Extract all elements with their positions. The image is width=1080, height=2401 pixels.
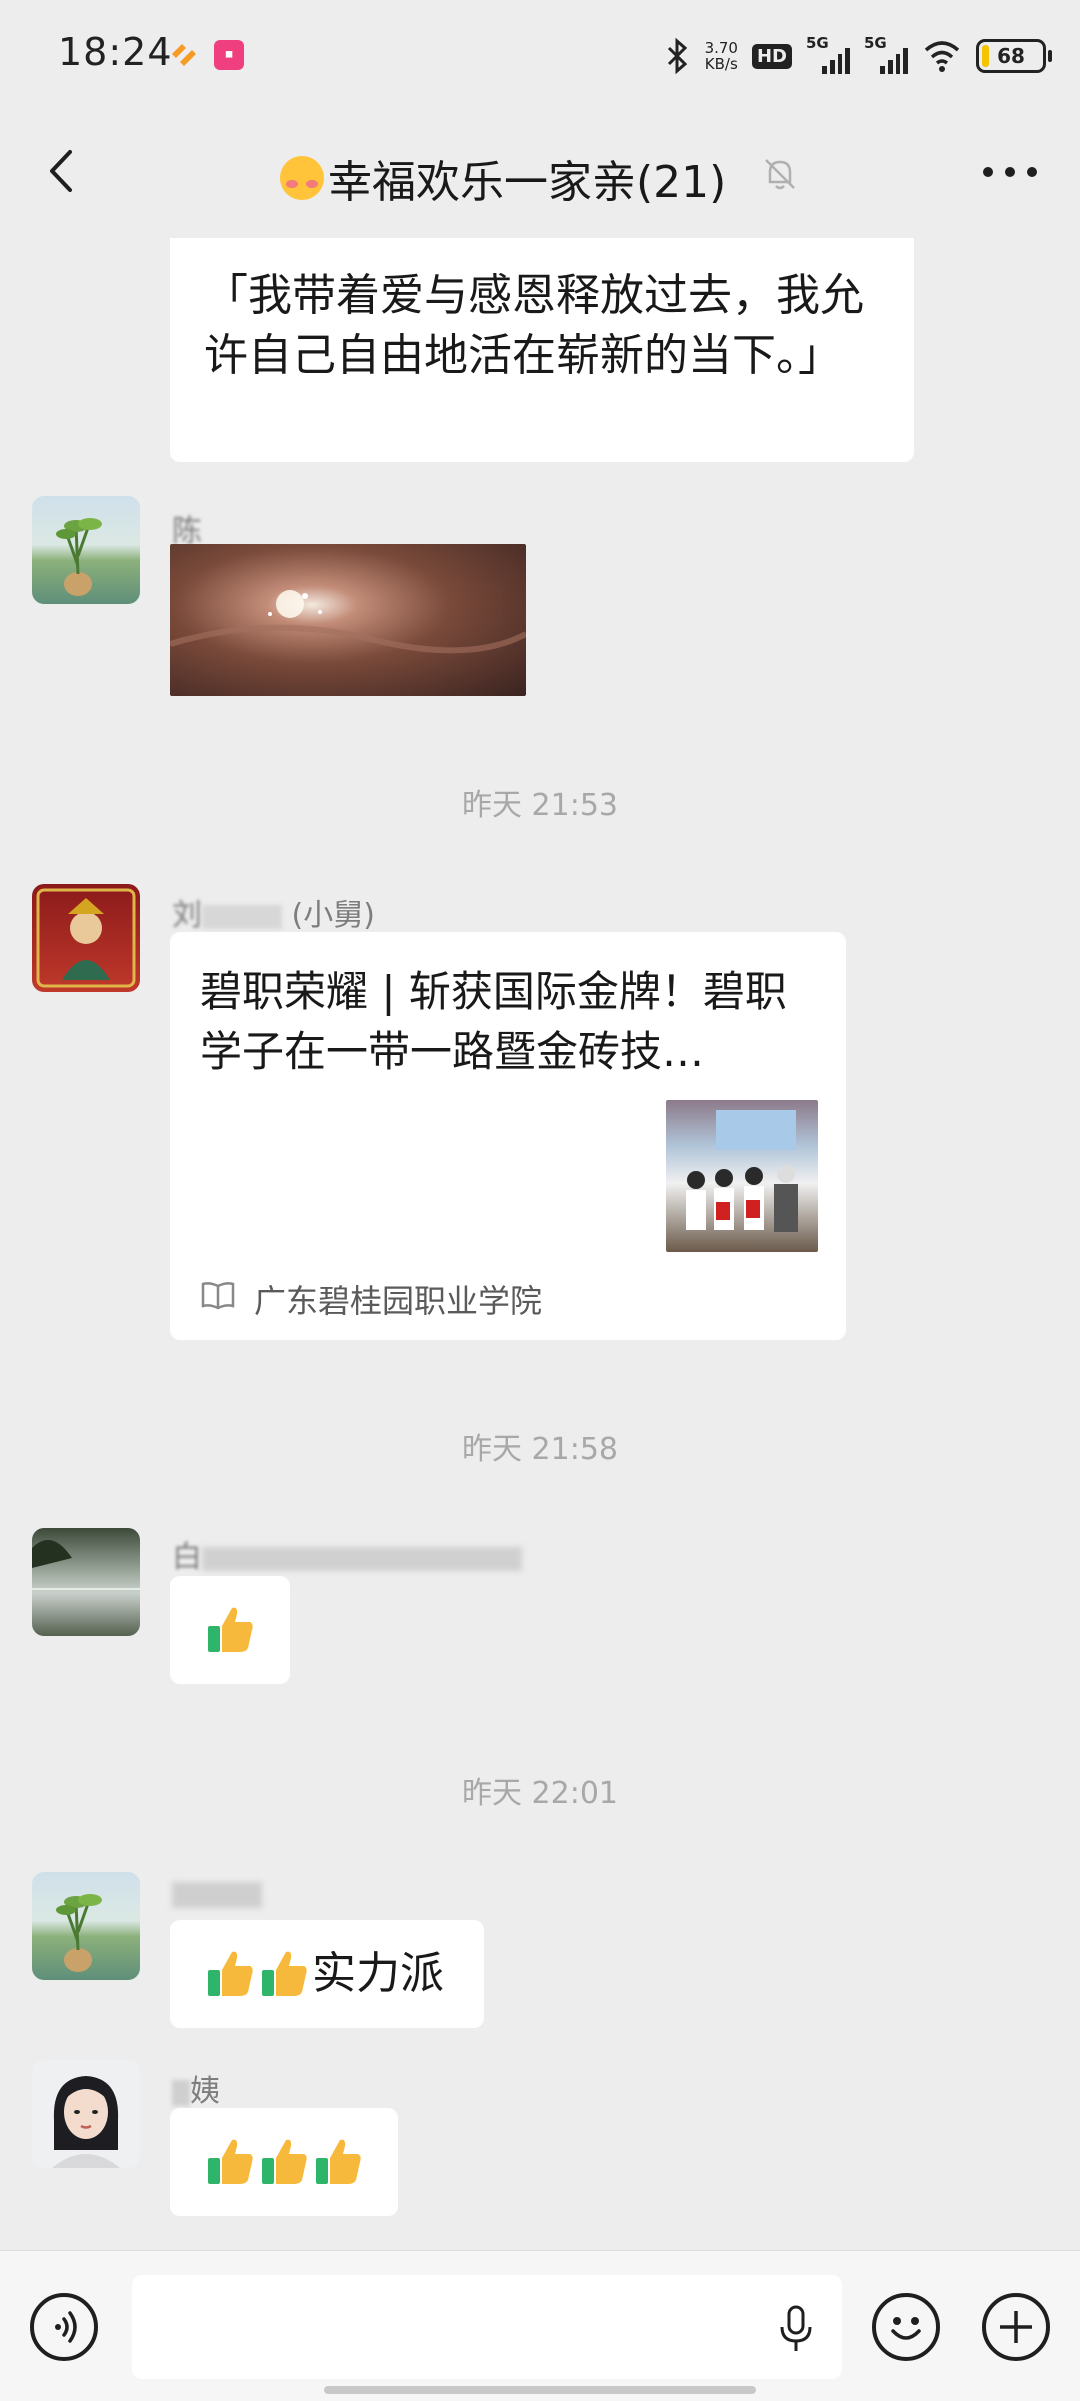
bluetooth-icon xyxy=(667,38,687,74)
smiling-face-with-hearts-icon xyxy=(280,156,324,200)
award-photo xyxy=(686,1110,798,1232)
article-card[interactable]: 碧职荣耀 | 斩获国际金牌！碧职学子在一带一路暨金砖技… 广东碧桂园职业学院 xyxy=(170,932,846,1340)
sender-name: 姨 xyxy=(172,2066,220,2110)
emoji-button[interactable] xyxy=(872,2293,940,2361)
app-notification-icon-2: ◼ xyxy=(214,40,244,70)
mute-bell-icon xyxy=(765,159,795,190)
wifi-icon xyxy=(924,41,960,72)
avatar[interactable] xyxy=(32,2060,140,2168)
sender-name: 刘 (小舅) xyxy=(172,890,375,934)
microphone-icon[interactable] xyxy=(778,2305,814,2353)
back-button[interactable] xyxy=(38,146,88,196)
woman-portrait-icon xyxy=(52,2076,120,2168)
more-options-button[interactable] xyxy=(980,160,1040,184)
thumbs-up-icon xyxy=(208,2139,253,2184)
signal-2-label: 5G xyxy=(864,34,887,52)
signal-strength-1: 5G xyxy=(806,34,850,74)
avatar[interactable] xyxy=(32,496,140,604)
voice-wave-icon xyxy=(55,2311,77,2343)
article-title: 碧职荣耀 | 斩获国际金牌！碧职学子在一带一路暨金砖技… xyxy=(200,967,787,1076)
message-bubble-emoji[interactable] xyxy=(170,2108,398,2216)
input-bar xyxy=(0,2250,1080,2401)
smiley-face-icon xyxy=(891,2317,921,2340)
message-image[interactable] xyxy=(169,544,528,696)
message-bubble-text[interactable]: 实力派 xyxy=(170,1920,484,2028)
status-icons: 3.70 KB/s HD 5G 5G 68 xyxy=(663,34,1052,78)
avatar[interactable] xyxy=(32,1872,140,1980)
bamboo-pot-icon xyxy=(56,1894,102,1972)
avatar[interactable] xyxy=(32,884,140,992)
thumbs-up-icon xyxy=(208,1607,253,1652)
sender-name xyxy=(172,1876,262,1911)
hd-badge: HD xyxy=(751,43,792,69)
signal-1-label: 5G xyxy=(806,34,829,52)
plus-icon xyxy=(1000,2311,1032,2343)
home-indicator[interactable] xyxy=(324,2386,756,2394)
sender-name-suffix: (小舅) xyxy=(291,898,375,933)
book-icon xyxy=(201,1282,235,1310)
net-speed-value: 3.70 xyxy=(704,39,738,57)
sender-name-blurred: 白 xyxy=(172,1540,202,1575)
message-text: 「我带着爱与感恩释放过去，我允许自己自由地活在崭新的当下。」 xyxy=(204,270,864,381)
voice-mode-button[interactable] xyxy=(30,2293,98,2361)
timestamp: 昨天 21:58 xyxy=(462,1432,618,1467)
chat-header: 幸福欢乐一家亲(21) xyxy=(0,110,1080,234)
bamboo-pot-icon xyxy=(56,518,102,596)
lake-landscape-icon xyxy=(32,1540,140,1590)
timestamp: 昨天 22:01 xyxy=(462,1776,618,1811)
article-source: 广东碧桂园职业学院 xyxy=(254,1282,543,1320)
article-thumbnail xyxy=(666,1100,818,1252)
signal-strength-2: 5G xyxy=(864,34,908,74)
deity-portrait-icon xyxy=(36,888,136,988)
chat-title[interactable]: 幸福欢乐一家亲(21) xyxy=(280,146,726,210)
message-text: 实力派 xyxy=(312,1948,444,1999)
sender-name: 白 xyxy=(172,1532,522,1576)
status-bar: 18:24 ◼ 3.70 KB/s HD 5G 5G 68 xyxy=(0,0,1080,110)
avatar[interactable] xyxy=(32,1528,140,1636)
battery-level: 68 xyxy=(997,44,1025,68)
message-bubble-text[interactable]: 「我带着爱与感恩释放过去，我允许自己自由地活在崭新的当下。」 xyxy=(170,238,914,462)
network-speed: 3.70 KB/s xyxy=(705,40,738,72)
sender-name-text: 姨 xyxy=(190,2074,220,2109)
message-bubble-emoji[interactable] xyxy=(170,1576,290,1684)
net-speed-unit: KB/s xyxy=(704,55,738,73)
thumbs-up-icon xyxy=(208,1951,253,1996)
thumbs-up-icon xyxy=(262,1951,307,1996)
timestamp: 昨天 21:53 xyxy=(462,788,618,823)
thumbs-up-icon xyxy=(316,2139,361,2184)
app-notification-icon xyxy=(172,44,196,66)
battery-icon: 68 xyxy=(976,39,1052,73)
more-actions-button[interactable] xyxy=(982,2293,1050,2361)
status-time: 18:24 xyxy=(58,30,173,74)
hands-with-light-photo xyxy=(169,590,528,654)
message-input[interactable] xyxy=(132,2275,842,2379)
sender-name-blurred: 刘 xyxy=(172,898,202,933)
chat-title-text: 幸福欢乐一家亲(21) xyxy=(328,157,727,208)
thumbs-up-icon xyxy=(262,2139,307,2184)
